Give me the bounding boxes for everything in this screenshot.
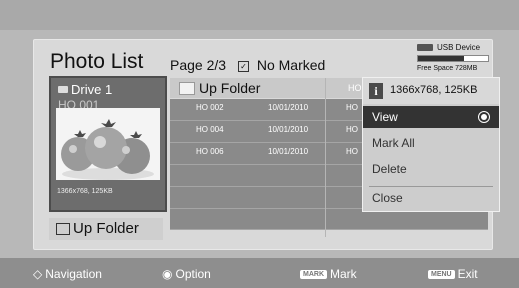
- usb-usage-bar: [417, 55, 489, 62]
- exit-badge: MENU: [428, 270, 455, 279]
- menu-item-close[interactable]: Close: [363, 187, 499, 209]
- checkbox-icon: ✓: [237, 61, 249, 72]
- up-folder-button[interactable]: Up Folder: [49, 218, 163, 240]
- top-band: [0, 0, 519, 30]
- option-menu: i 1366x768, 125KB View Mark All Delete C…: [362, 77, 500, 212]
- menu-item-view[interactable]: View: [363, 106, 499, 128]
- folder-icon: [179, 82, 195, 95]
- menu-item-mark-all[interactable]: Mark All: [363, 132, 499, 154]
- marked-status: No Marked: [256, 57, 326, 73]
- hint-mark: MARK Mark: [300, 267, 357, 281]
- drive-label: Drive 1: [58, 82, 112, 97]
- drive-icon: [58, 86, 68, 93]
- usb-status: USB Device Free Space 728MB: [417, 43, 489, 73]
- page-title: Photo List: [50, 50, 144, 73]
- info-icon: i: [369, 83, 383, 99]
- radio-selected-icon: [478, 111, 490, 123]
- page-number: Page 2/3: [170, 57, 227, 73]
- hint-exit: MENU Exit: [428, 267, 478, 281]
- page-info: Page 2/3 ✓ No Marked: [170, 57, 325, 73]
- navigation-icon: ◇: [33, 267, 43, 281]
- list-item-empty: [170, 209, 488, 230]
- usb-label: USB Device: [437, 43, 481, 52]
- hint-option: ◉ Option: [162, 267, 211, 281]
- list-divider: [325, 78, 326, 237]
- up-folder-icon: [56, 223, 70, 235]
- preview-panel: Drive 1 HO 001 1366x768, 125KB: [49, 76, 167, 212]
- photo-thumbnail[interactable]: [56, 108, 160, 180]
- preview-resolution: 1366x768, 125KB: [57, 188, 113, 195]
- option-info: i 1366x768, 125KB: [363, 78, 499, 104]
- hint-navigation: ◇ Navigation: [33, 267, 102, 281]
- option-icon: ◉: [162, 267, 173, 281]
- free-space: Free Space 728MB: [417, 65, 478, 72]
- mark-badge: MARK: [300, 270, 327, 279]
- menu-item-delete[interactable]: Delete: [363, 158, 499, 180]
- usb-icon: [417, 44, 433, 51]
